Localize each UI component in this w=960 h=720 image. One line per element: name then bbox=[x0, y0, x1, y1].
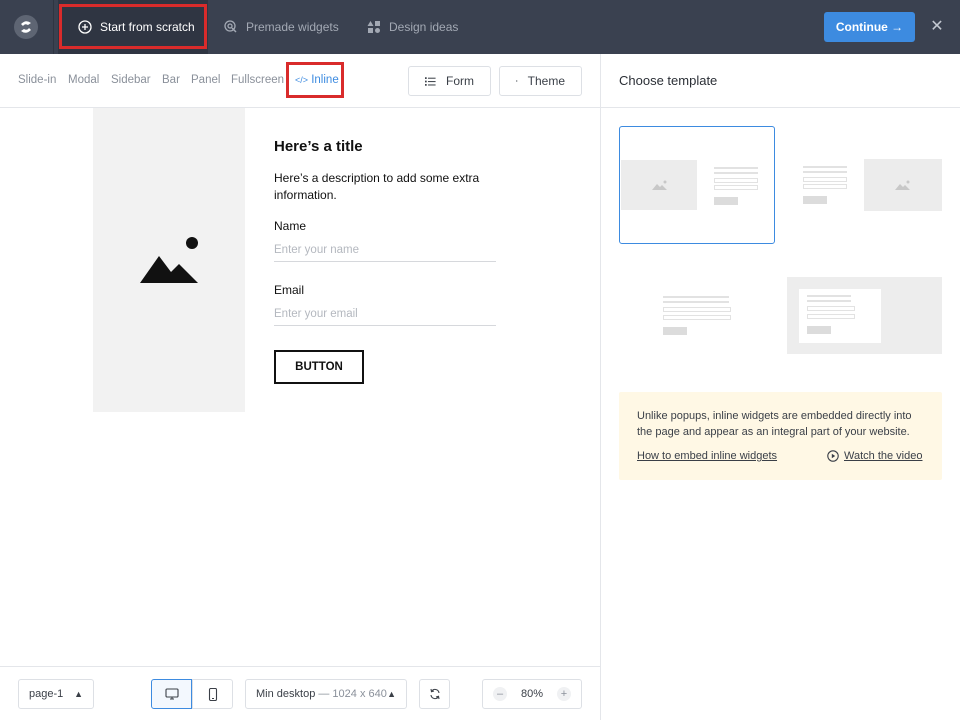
mobile-view-button[interactable] bbox=[192, 679, 233, 709]
topbar-divider bbox=[53, 0, 54, 54]
template-panel-header: Choose template bbox=[601, 54, 960, 108]
zoom-in-button[interactable]: + bbox=[557, 687, 571, 701]
top-bar: Start from scratch Premade widgets Desig… bbox=[0, 0, 960, 54]
panel-title: Choose template bbox=[619, 73, 717, 88]
tab-label: Design ideas bbox=[389, 20, 458, 34]
continue-button[interactable]: Continue → bbox=[824, 12, 915, 42]
viewport-size: — 1024 x 640 bbox=[318, 688, 387, 700]
type-sidebar[interactable]: Sidebar bbox=[111, 74, 151, 86]
design-ideas-icon bbox=[367, 20, 381, 34]
tab-label: Start from scratch bbox=[100, 20, 195, 34]
zoom-control: – 80% + bbox=[482, 679, 582, 709]
app-logo[interactable] bbox=[14, 15, 38, 39]
widget-submit-button[interactable]: BUTTON bbox=[274, 350, 364, 384]
email-label: Email bbox=[274, 283, 304, 297]
contrast-icon bbox=[516, 75, 518, 87]
zoom-level: 80% bbox=[521, 688, 543, 700]
tab-label: Premade widgets bbox=[246, 20, 339, 34]
type-panel[interactable]: Panel bbox=[191, 74, 220, 86]
type-inline-label: Inline bbox=[311, 74, 339, 86]
close-icon[interactable]: ✕ bbox=[928, 18, 946, 36]
panel-divider bbox=[600, 54, 601, 720]
theme-button-label: Theme bbox=[528, 74, 565, 88]
template-image-left[interactable] bbox=[619, 126, 775, 244]
bottom-bar: page-1 ▲ Min desktop — 1024 x 640 ▲ – 80… bbox=[0, 666, 600, 720]
theme-button[interactable]: Theme bbox=[499, 66, 582, 96]
template-image bbox=[864, 159, 942, 211]
page-select[interactable]: page-1 ▲ bbox=[18, 679, 94, 709]
widget-description[interactable]: Here’s a description to add some extra i… bbox=[274, 170, 504, 204]
type-inline[interactable]: </> Inline bbox=[295, 74, 339, 86]
type-slide-in[interactable]: Slide-in bbox=[18, 74, 56, 86]
viewport-value: Min desktop — 1024 x 640 bbox=[256, 688, 387, 700]
tab-start-from-scratch[interactable]: Start from scratch bbox=[58, 0, 208, 54]
desktop-view-button[interactable] bbox=[151, 679, 192, 709]
type-modal[interactable]: Modal bbox=[68, 74, 99, 86]
tab-design-ideas[interactable]: Design ideas bbox=[367, 0, 458, 54]
tab-premade-widgets[interactable]: Premade widgets bbox=[224, 0, 339, 54]
widget-type-bar: Slide-in Modal Sidebar Bar Panel Fullscr… bbox=[0, 54, 600, 108]
info-text: Unlike popups, inline widgets are embedd… bbox=[637, 408, 927, 440]
inline-info-box: Unlike popups, inline widgets are embedd… bbox=[619, 392, 942, 480]
viewport-label: Min desktop bbox=[256, 688, 315, 700]
premade-icon bbox=[224, 20, 238, 34]
plus-circle-icon bbox=[78, 20, 92, 34]
refresh-icon bbox=[429, 688, 441, 700]
image-icon bbox=[139, 236, 199, 284]
preview-canvas: Here’s a title Here’s a description to a… bbox=[0, 108, 600, 666]
template-background-image[interactable] bbox=[787, 262, 943, 380]
form-button[interactable]: Form bbox=[408, 66, 491, 96]
template-image bbox=[621, 160, 697, 210]
template-image-right[interactable] bbox=[787, 126, 943, 244]
chevron-up-icon: ▲ bbox=[387, 689, 396, 699]
page-select-value: page-1 bbox=[29, 688, 63, 700]
list-icon bbox=[425, 76, 436, 87]
name-field[interactable] bbox=[274, 238, 496, 262]
code-icon: </> bbox=[295, 75, 308, 85]
form-button-label: Form bbox=[446, 74, 474, 88]
viewport-select[interactable]: Min desktop — 1024 x 640 ▲ bbox=[245, 679, 407, 709]
refresh-button[interactable] bbox=[419, 679, 450, 709]
email-field[interactable] bbox=[274, 302, 496, 326]
zoom-out-button[interactable]: – bbox=[493, 687, 507, 701]
chevron-up-icon: ▲ bbox=[74, 689, 83, 699]
name-label: Name bbox=[274, 219, 306, 233]
embed-guide-link[interactable]: How to embed inline widgets bbox=[637, 450, 777, 462]
template-form-only[interactable] bbox=[619, 262, 775, 380]
play-icon bbox=[827, 450, 839, 462]
type-fullscreen[interactable]: Fullscreen bbox=[231, 74, 284, 86]
watch-video-link[interactable]: Watch the video bbox=[827, 450, 922, 462]
desktop-icon bbox=[165, 688, 179, 700]
mobile-icon bbox=[208, 688, 218, 701]
watch-video-label: Watch the video bbox=[844, 450, 922, 462]
type-bar[interactable]: Bar bbox=[162, 74, 180, 86]
widget-image-placeholder[interactable] bbox=[93, 108, 245, 412]
widget-title[interactable]: Here’s a title bbox=[274, 138, 363, 155]
